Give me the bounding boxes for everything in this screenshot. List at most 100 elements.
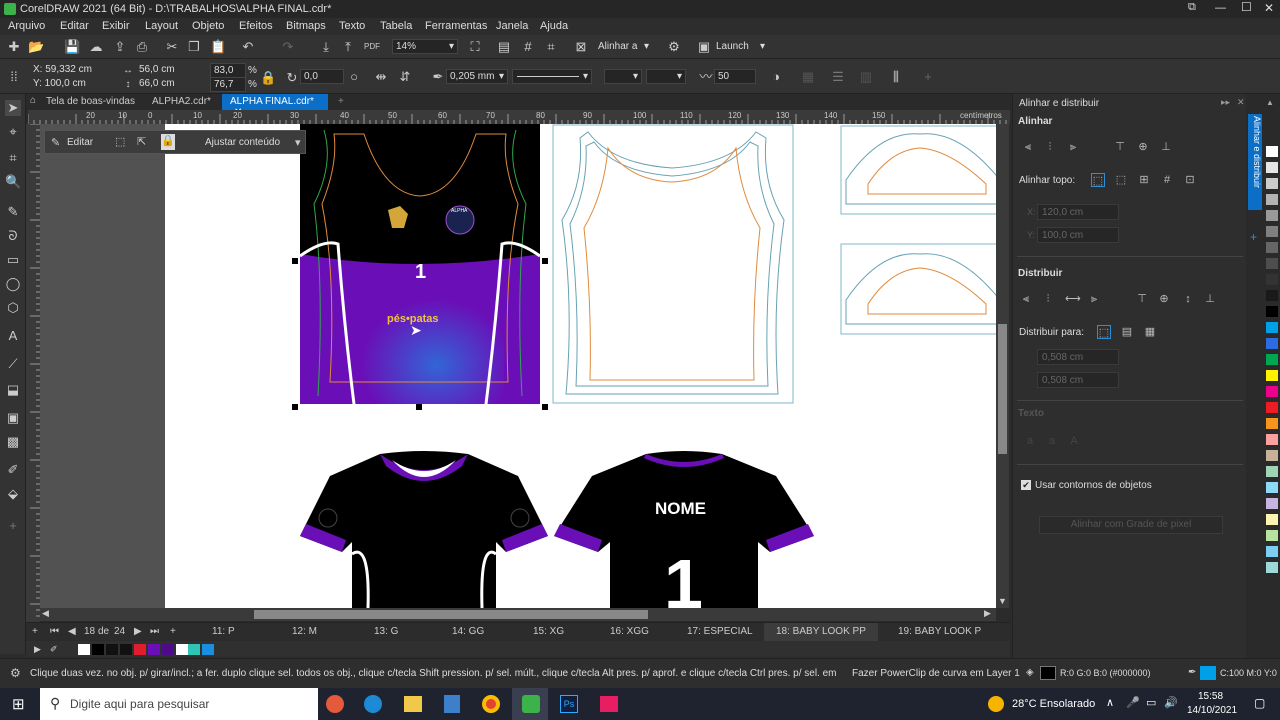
use-outlines-checkbox[interactable]: ✔ [1021,480,1031,490]
text-tool-icon[interactable]: A [5,328,21,344]
selection-handle[interactable] [292,404,298,410]
swatch-red[interactable] [134,644,146,655]
swatch-magenta[interactable] [1266,386,1278,397]
launch-icon[interactable]: ▣ [696,39,712,55]
horizontal-scrollbar[interactable]: ◀ ▶ [40,608,996,621]
fill-color-swatch[interactable] [1040,666,1056,680]
add-docker-icon[interactable]: + [1250,230,1257,244]
swatch-black[interactable] [92,644,104,655]
add-page-after-icon[interactable]: + [170,626,176,637]
align-to-point-icon[interactable]: ⊡ [1183,173,1197,187]
to-back-icon[interactable]: ▥ [858,69,874,85]
swatch-white-2[interactable] [176,644,188,655]
network-icon[interactable]: ▭ [1146,696,1156,709]
swatch-light-blue[interactable] [1266,482,1278,493]
windows-start-icon[interactable]: ⊞ [12,695,25,713]
full-screen-icon[interactable]: ⛶ [467,39,483,55]
jersey-front-design[interactable]: ALPHA 1 pés•patas [294,124,554,414]
eyedropper-icon[interactable]: ✐ [50,644,62,655]
menu-bitmaps[interactable]: Bitmaps [286,20,326,32]
swatch-orange[interactable] [1266,418,1278,429]
distribute-to-page-icon[interactable]: ▤ [1120,325,1134,339]
sleeve-templates[interactable] [840,124,996,336]
new-tab-button[interactable]: + [330,94,346,110]
add-icon[interactable]: + [920,69,936,85]
undo-icon[interactable]: ↶ [240,39,256,55]
menu-arquivo[interactable]: Arquivo [8,20,45,32]
select-contents-icon[interactable]: ⬚ [115,135,125,148]
end-arrow-select[interactable]: ▾ [646,69,686,84]
scroll-down-icon[interactable]: ▼ [998,596,1007,606]
chrome-icon[interactable] [482,695,500,713]
menu-tabela[interactable]: Tabela [380,20,412,32]
menu-objeto[interactable]: Objeto [192,20,224,32]
align-left-icon[interactable]: ⫷ [1021,140,1035,154]
align-top-icon[interactable]: ⊤ [1113,140,1127,154]
align-pixel-grid-button[interactable]: Alinhar com Grade de pixel [1039,516,1223,534]
x-position-field[interactable]: X: 59,332 cm [30,63,114,78]
swatch-mint[interactable] [1266,466,1278,477]
align-to-grid-icon[interactable]: # [1160,173,1174,187]
lock-contents-icon[interactable]: 🔒 [161,134,175,150]
fit-contents-dropdown[interactable]: Ajustar conteúdo [205,137,280,148]
vertical-scrollbar[interactable]: ▼ [996,124,1009,608]
bezier-tool-icon[interactable]: ᘐ [5,228,21,244]
swatch-10-black[interactable] [1266,162,1278,173]
menu-ajuda[interactable]: Ajuda [540,20,568,32]
distribute-center-v-icon[interactable]: ⊕ [1157,292,1171,306]
extract-contents-icon[interactable]: ⇱ [137,135,146,148]
page-tab[interactable]: 15: XG [533,626,564,637]
save-icon[interactable]: 💾 [64,39,80,55]
zoom-tool-icon[interactable]: 🔍 [5,174,21,190]
distribute-bottom-icon[interactable]: ⊥ [1203,292,1217,306]
shape-tool-icon[interactable]: ⌖ [5,124,21,140]
notifications-icon[interactable]: ▢ [1254,696,1265,710]
clock-date[interactable]: 14/10/2021 [1187,705,1237,716]
cut-icon[interactable]: ✂ [164,39,180,55]
upload-icon[interactable]: ⇪ [112,39,128,55]
chevron-down-icon[interactable]: ▾ [644,41,649,52]
last-page-icon[interactable]: ⏭ [150,626,159,637]
distribute-right-icon[interactable]: ⫸ [1087,292,1101,306]
first-page-icon[interactable]: ⏮ [50,626,59,637]
vertical-scroll-thumb[interactable] [998,324,1007,454]
menu-ferramentas[interactable]: Ferramentas [425,20,487,32]
swatch-yellow[interactable] [1266,370,1278,381]
swatch-none[interactable] [1266,146,1278,157]
rectangle-tool-icon[interactable]: ▭ [5,252,21,268]
menu-texto[interactable]: Texto [339,20,365,32]
tshirt-front-mockup[interactable] [296,446,552,608]
swatch-green[interactable] [1266,354,1278,365]
mirror-v-icon[interactable]: ⇵ [397,69,413,85]
pdf-icon[interactable]: PDF [364,39,380,55]
import-icon[interactable]: ⤓ [318,39,334,55]
media-app-icon[interactable] [600,696,618,712]
swatch-80-black[interactable] [1266,274,1278,285]
selection-handle[interactable] [542,404,548,410]
minimize-icon[interactable]: — [1215,2,1226,14]
close-curve-icon[interactable]: ◑ [768,69,784,85]
app-icon-chromatic[interactable] [326,695,344,713]
mirror-h-icon[interactable]: ⇹ [373,69,389,85]
weather-text[interactable]: 28°C Ensolarado [1012,698,1095,710]
to-front-icon[interactable]: ☰ [830,69,846,85]
swatch-20-black[interactable] [1266,178,1278,189]
crop-tool-icon[interactable]: ⌗ [5,150,21,166]
swatch-black-3[interactable] [120,644,132,655]
menu-layout[interactable]: Layout [145,20,178,32]
freehand-tool-icon[interactable]: ✎ [5,204,21,220]
pattern-tool-icon[interactable]: ▩ [5,434,21,450]
menu-janela[interactable]: Janela [496,20,528,32]
swatch-black[interactable] [1266,306,1278,317]
align-right-icon[interactable]: ⫸ [1066,140,1080,154]
palette-menu-icon[interactable]: ▶ [34,644,46,655]
palette-scroll-up-icon[interactable]: ▲ [1266,98,1278,109]
distribute-top-icon[interactable]: ⊤ [1135,292,1149,306]
tshirt-back-mockup[interactable]: NOME 1 [552,446,816,608]
maximize-icon[interactable]: ☐ [1241,0,1252,14]
next-page-icon[interactable]: ▶ [134,626,142,637]
export-icon[interactable]: ⤒ [340,39,356,55]
guidelines-icon[interactable]: ⌗ [543,39,559,55]
align-to-active-objects-icon[interactable]: ⬚ [1091,173,1105,187]
distribute-to-selection-icon[interactable]: ⬚ [1097,325,1111,339]
